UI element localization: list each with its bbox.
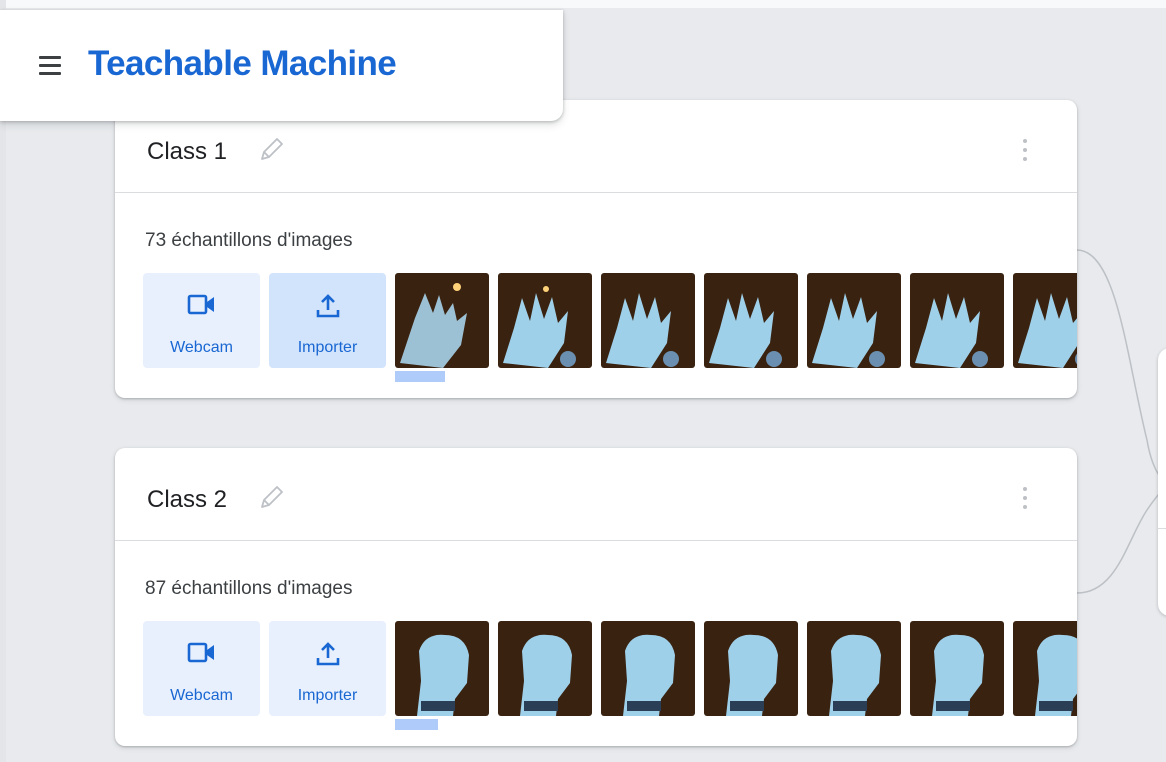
import-button[interactable]: Importer xyxy=(269,273,386,368)
import-label: Importer xyxy=(297,339,358,356)
pencil-edit-icon[interactable] xyxy=(257,482,287,512)
class-name[interactable]: Class 1 xyxy=(147,138,227,166)
sample-thumbnail[interactable] xyxy=(601,273,695,368)
sample-count: 87 échantillons d'images xyxy=(145,578,353,599)
pencil-edit-icon[interactable] xyxy=(257,134,287,164)
webcam-button[interactable]: Webcam xyxy=(143,621,260,716)
sample-thumbnail[interactable] xyxy=(395,621,489,716)
sample-thumbnail[interactable] xyxy=(807,273,901,368)
class-name[interactable]: Class 2 xyxy=(147,486,227,514)
webcam-button[interactable]: Webcam xyxy=(143,273,260,368)
sample-thumbnail[interactable] xyxy=(1013,621,1077,716)
training-panel-edge[interactable] xyxy=(1158,348,1166,616)
webcam-label: Webcam xyxy=(170,687,233,704)
app-title: Teachable Machine xyxy=(88,44,397,83)
sample-thumbnail[interactable] xyxy=(498,273,592,368)
class-card-1: Class 1 73 échantillons d'images Webcam … xyxy=(115,100,1077,398)
webcam-label: Webcam xyxy=(170,339,233,356)
class-connector-lines xyxy=(1077,249,1166,594)
sample-thumbnail[interactable] xyxy=(498,621,592,716)
class-card-2: Class 2 87 échantillons d'images Webcam … xyxy=(115,448,1077,746)
sample-thumbnail[interactable] xyxy=(704,273,798,368)
sample-thumbnail[interactable] xyxy=(601,621,695,716)
selected-sample-indicator xyxy=(395,719,438,730)
import-label: Importer xyxy=(297,687,358,704)
top-edge xyxy=(0,0,1166,8)
import-button[interactable]: Importer xyxy=(269,621,386,716)
webcam-icon xyxy=(187,294,214,315)
sample-thumbnail[interactable] xyxy=(910,273,1004,368)
sample-thumbnail[interactable] xyxy=(395,273,489,368)
sample-thumbnail[interactable] xyxy=(910,621,1004,716)
selected-sample-indicator xyxy=(395,371,445,382)
hamburger-menu-icon[interactable] xyxy=(34,54,66,78)
upload-icon xyxy=(316,642,340,666)
sample-thumbnail[interactable] xyxy=(704,621,798,716)
more-options-icon[interactable] xyxy=(1015,481,1035,515)
webcam-icon xyxy=(187,642,214,663)
sample-count: 73 échantillons d'images xyxy=(145,230,353,251)
upload-icon xyxy=(316,294,340,318)
app-header: Teachable Machine xyxy=(0,10,563,121)
more-options-icon[interactable] xyxy=(1015,133,1035,167)
class-card-header: Class 2 xyxy=(115,448,1077,541)
sample-thumbnail[interactable] xyxy=(1013,273,1077,368)
sample-thumbnail[interactable] xyxy=(807,621,901,716)
